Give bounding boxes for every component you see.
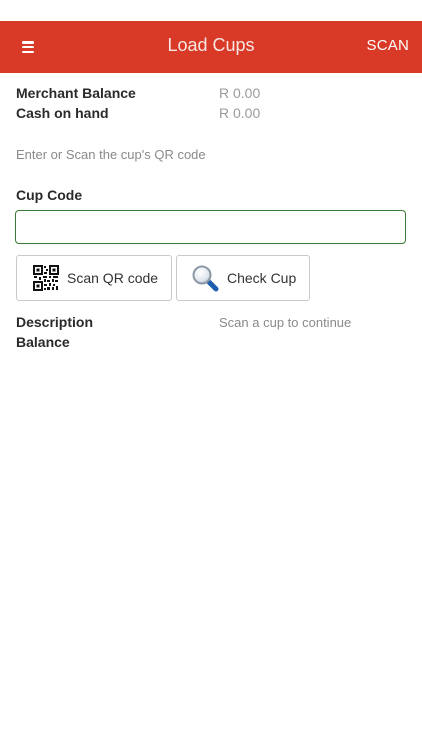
merchant-balance-label: Merchant Balance bbox=[16, 85, 136, 101]
scan-qr-code-button[interactable]: Scan QR code bbox=[16, 255, 172, 301]
cash-on-hand-label: Cash on hand bbox=[16, 105, 109, 121]
qr-code-icon bbox=[33, 265, 59, 291]
scan-instructions: Enter or Scan the cup's QR code bbox=[16, 147, 206, 162]
check-cup-label: Check Cup bbox=[227, 270, 297, 286]
scan-qr-code-label: Scan QR code bbox=[67, 270, 159, 286]
merchant-balance-value: R 0.00 bbox=[219, 85, 261, 101]
status-message: Scan a cup to continue bbox=[219, 315, 352, 330]
scan-button[interactable]: SCAN bbox=[367, 37, 409, 54]
magnifying-glass-icon bbox=[191, 264, 219, 292]
check-cup-button[interactable]: Check Cup bbox=[176, 255, 310, 301]
description-label: Description bbox=[16, 314, 94, 330]
page-title: Load Cups bbox=[167, 35, 255, 55]
cash-on-hand-value: R 0.00 bbox=[219, 105, 261, 121]
cup-code-label: Cup Code bbox=[16, 187, 83, 203]
app-header: Load Cups SCAN bbox=[0, 21, 422, 73]
cup-code-input[interactable] bbox=[15, 210, 406, 244]
balance-label: Balance bbox=[16, 334, 70, 350]
